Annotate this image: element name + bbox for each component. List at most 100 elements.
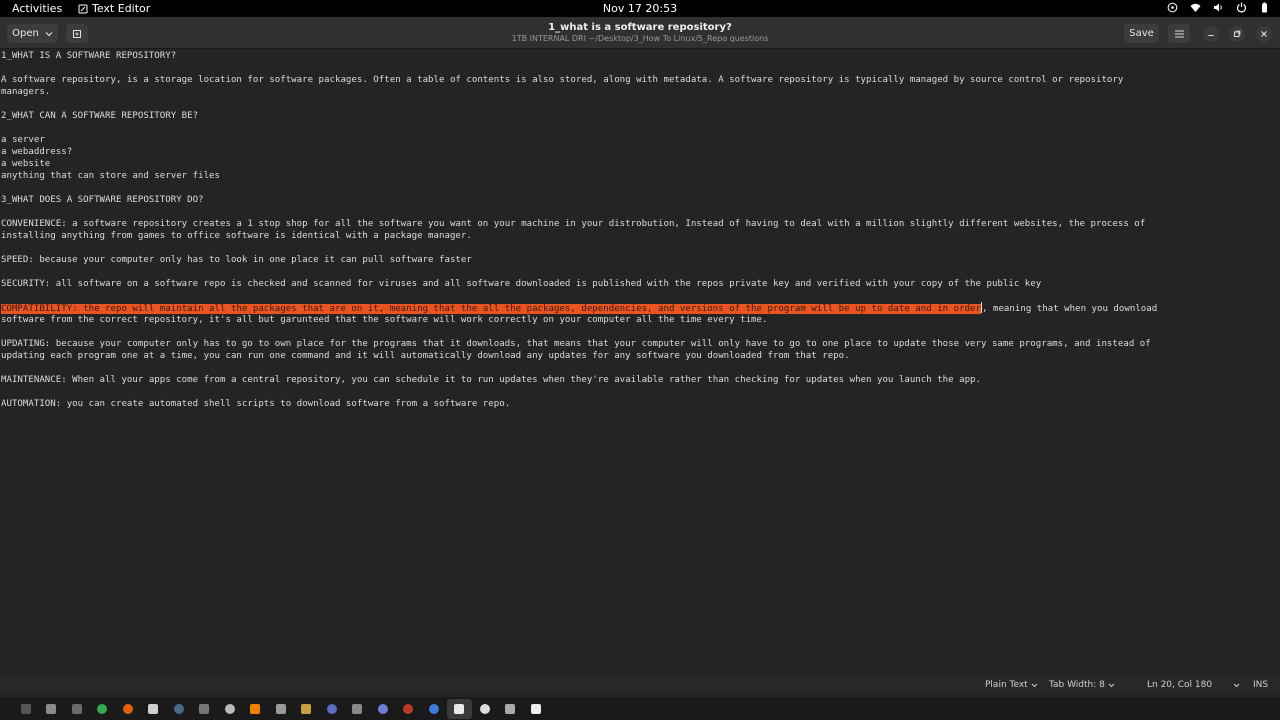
dock-terminal[interactable] [13,699,39,719]
dock-app[interactable] [192,699,218,719]
new-document-icon [73,29,81,38]
tab-width-selector[interactable]: Tab Width: 8 [1049,680,1115,690]
text-editor-icon [78,4,88,13]
app-icon [199,703,210,714]
vlc-icon [250,703,261,714]
maximize-icon [1234,30,1241,37]
dock-app[interactable] [345,699,371,719]
steam-icon [173,703,184,714]
header-bar: Open 1_what is a software repository? 1T… [0,17,1280,49]
battery-icon [1262,2,1267,13]
insert-mode-indicator[interactable]: INS [1253,680,1268,690]
close-button[interactable] [1256,26,1272,42]
text-line: software from the correct repository, it… [1,315,768,325]
app-icon [530,703,541,714]
open-button[interactable]: Open [7,24,58,43]
terminal-icon [20,703,31,714]
close-icon [1261,31,1267,37]
text-line [0,290,1280,302]
app-icon [479,703,490,714]
text-line [0,326,1280,338]
text-editor-icon [454,703,465,714]
update-icon [1167,2,1178,13]
text-line: 2_WHAT CAN A SOFTWARE REPOSITORY BE? [1,111,199,121]
language-label: Plain Text [985,680,1028,690]
dock-text-editor[interactable] [446,698,472,719]
dock-app[interactable] [217,699,243,719]
dock-app[interactable] [472,699,498,719]
text-line: CONVENIENCE: a software repository creat… [1,219,1146,229]
power-icon [1236,2,1247,13]
app-menu[interactable]: Text Editor [78,2,150,15]
dock-files[interactable] [39,699,65,719]
app-icon [377,703,388,714]
text-line: installing anything from games to office… [1,231,472,241]
dock-app[interactable] [498,699,524,719]
minimize-icon [1208,35,1214,36]
text-line: anything that can store and server files [1,171,220,181]
document-path: 1TB INTERNAL DRI ~/Desktop/3_How To Linu… [511,34,769,43]
language-selector[interactable]: Plain Text [985,680,1038,690]
minimize-button[interactable] [1203,26,1219,42]
app-icon [326,703,337,714]
app-icon [224,703,235,714]
dock-firefox[interactable] [115,699,141,719]
text-line: UPDATING: because your computer only has… [1,339,1151,349]
text-line [0,206,1280,218]
dock-steam[interactable] [166,699,192,719]
new-document-button[interactable] [66,24,88,43]
selected-text: COMPATIBILITY: the repo will maintain al… [1,304,982,314]
dock-app[interactable] [396,699,422,719]
dock-vlc[interactable] [243,699,269,719]
open-label: Open [12,28,39,39]
cursor-position-selector[interactable]: Ln 20, Col 180 [1147,680,1240,690]
top-system-bar: Activities Text Editor Nov 17 20:53 [0,0,1280,17]
app-icon [71,703,82,714]
selected-text-line: COMPATIBILITY: the repo will maintain al… [0,302,1280,314]
save-button[interactable]: Save [1124,24,1159,43]
app-icon [505,703,516,714]
chevron-down-icon [45,31,53,36]
tab-width-label: Tab Width: 8 [1049,680,1105,690]
dock-app[interactable] [370,699,396,719]
dock-chrome[interactable] [90,699,116,719]
system-tray[interactable] [1167,2,1270,13]
dock-app[interactable] [421,699,447,719]
text-line [0,386,1280,398]
dock-app[interactable] [64,699,90,719]
text-line: 3_WHAT DOES A SOFTWARE REPOSITORY DO? [1,195,204,205]
firefox-icon [122,703,133,714]
hamburger-menu-icon [1174,30,1184,37]
text-line [0,242,1280,254]
text-line [0,98,1280,110]
activities-button[interactable]: Activities [12,2,62,15]
wifi-icon [1190,3,1201,12]
volume-icon [1214,3,1222,12]
text-line: SPEED: because your computer only has to… [1,255,472,265]
text-line: a server [1,135,45,145]
text-line: a webaddress? [1,147,73,157]
chrome-icon [97,703,108,714]
text-line: SECURITY: all software on a software rep… [1,279,1042,289]
cursor-position-label: Ln 20, Col 180 [1147,680,1213,690]
dock-app[interactable] [268,699,294,719]
maximize-button[interactable] [1229,26,1245,42]
text-line [0,182,1280,194]
clock[interactable]: Nov 17 20:53 [603,2,677,15]
text-line: a website [1,159,51,169]
text-line [0,362,1280,374]
app-icon [148,703,159,714]
text-line: updating each program one at a time, you… [1,351,850,361]
text-line: AUTOMATION: you can create automated she… [1,399,511,409]
app-name: Text Editor [92,2,151,15]
main-menu-button[interactable] [1168,24,1190,43]
chevron-down-icon [1108,683,1115,687]
status-bar: Plain Text Tab Width: 8 Ln 20, Col 180 I… [0,676,1280,694]
app-icon [403,703,414,714]
app-icon [301,703,312,714]
text-editor-area[interactable]: 1_WHAT IS A SOFTWARE REPOSITORY? A softw… [0,50,1280,676]
dock-app[interactable] [141,699,167,719]
dock-app[interactable] [319,699,345,719]
dock-app[interactable] [523,699,549,719]
dock-app[interactable] [294,699,320,719]
